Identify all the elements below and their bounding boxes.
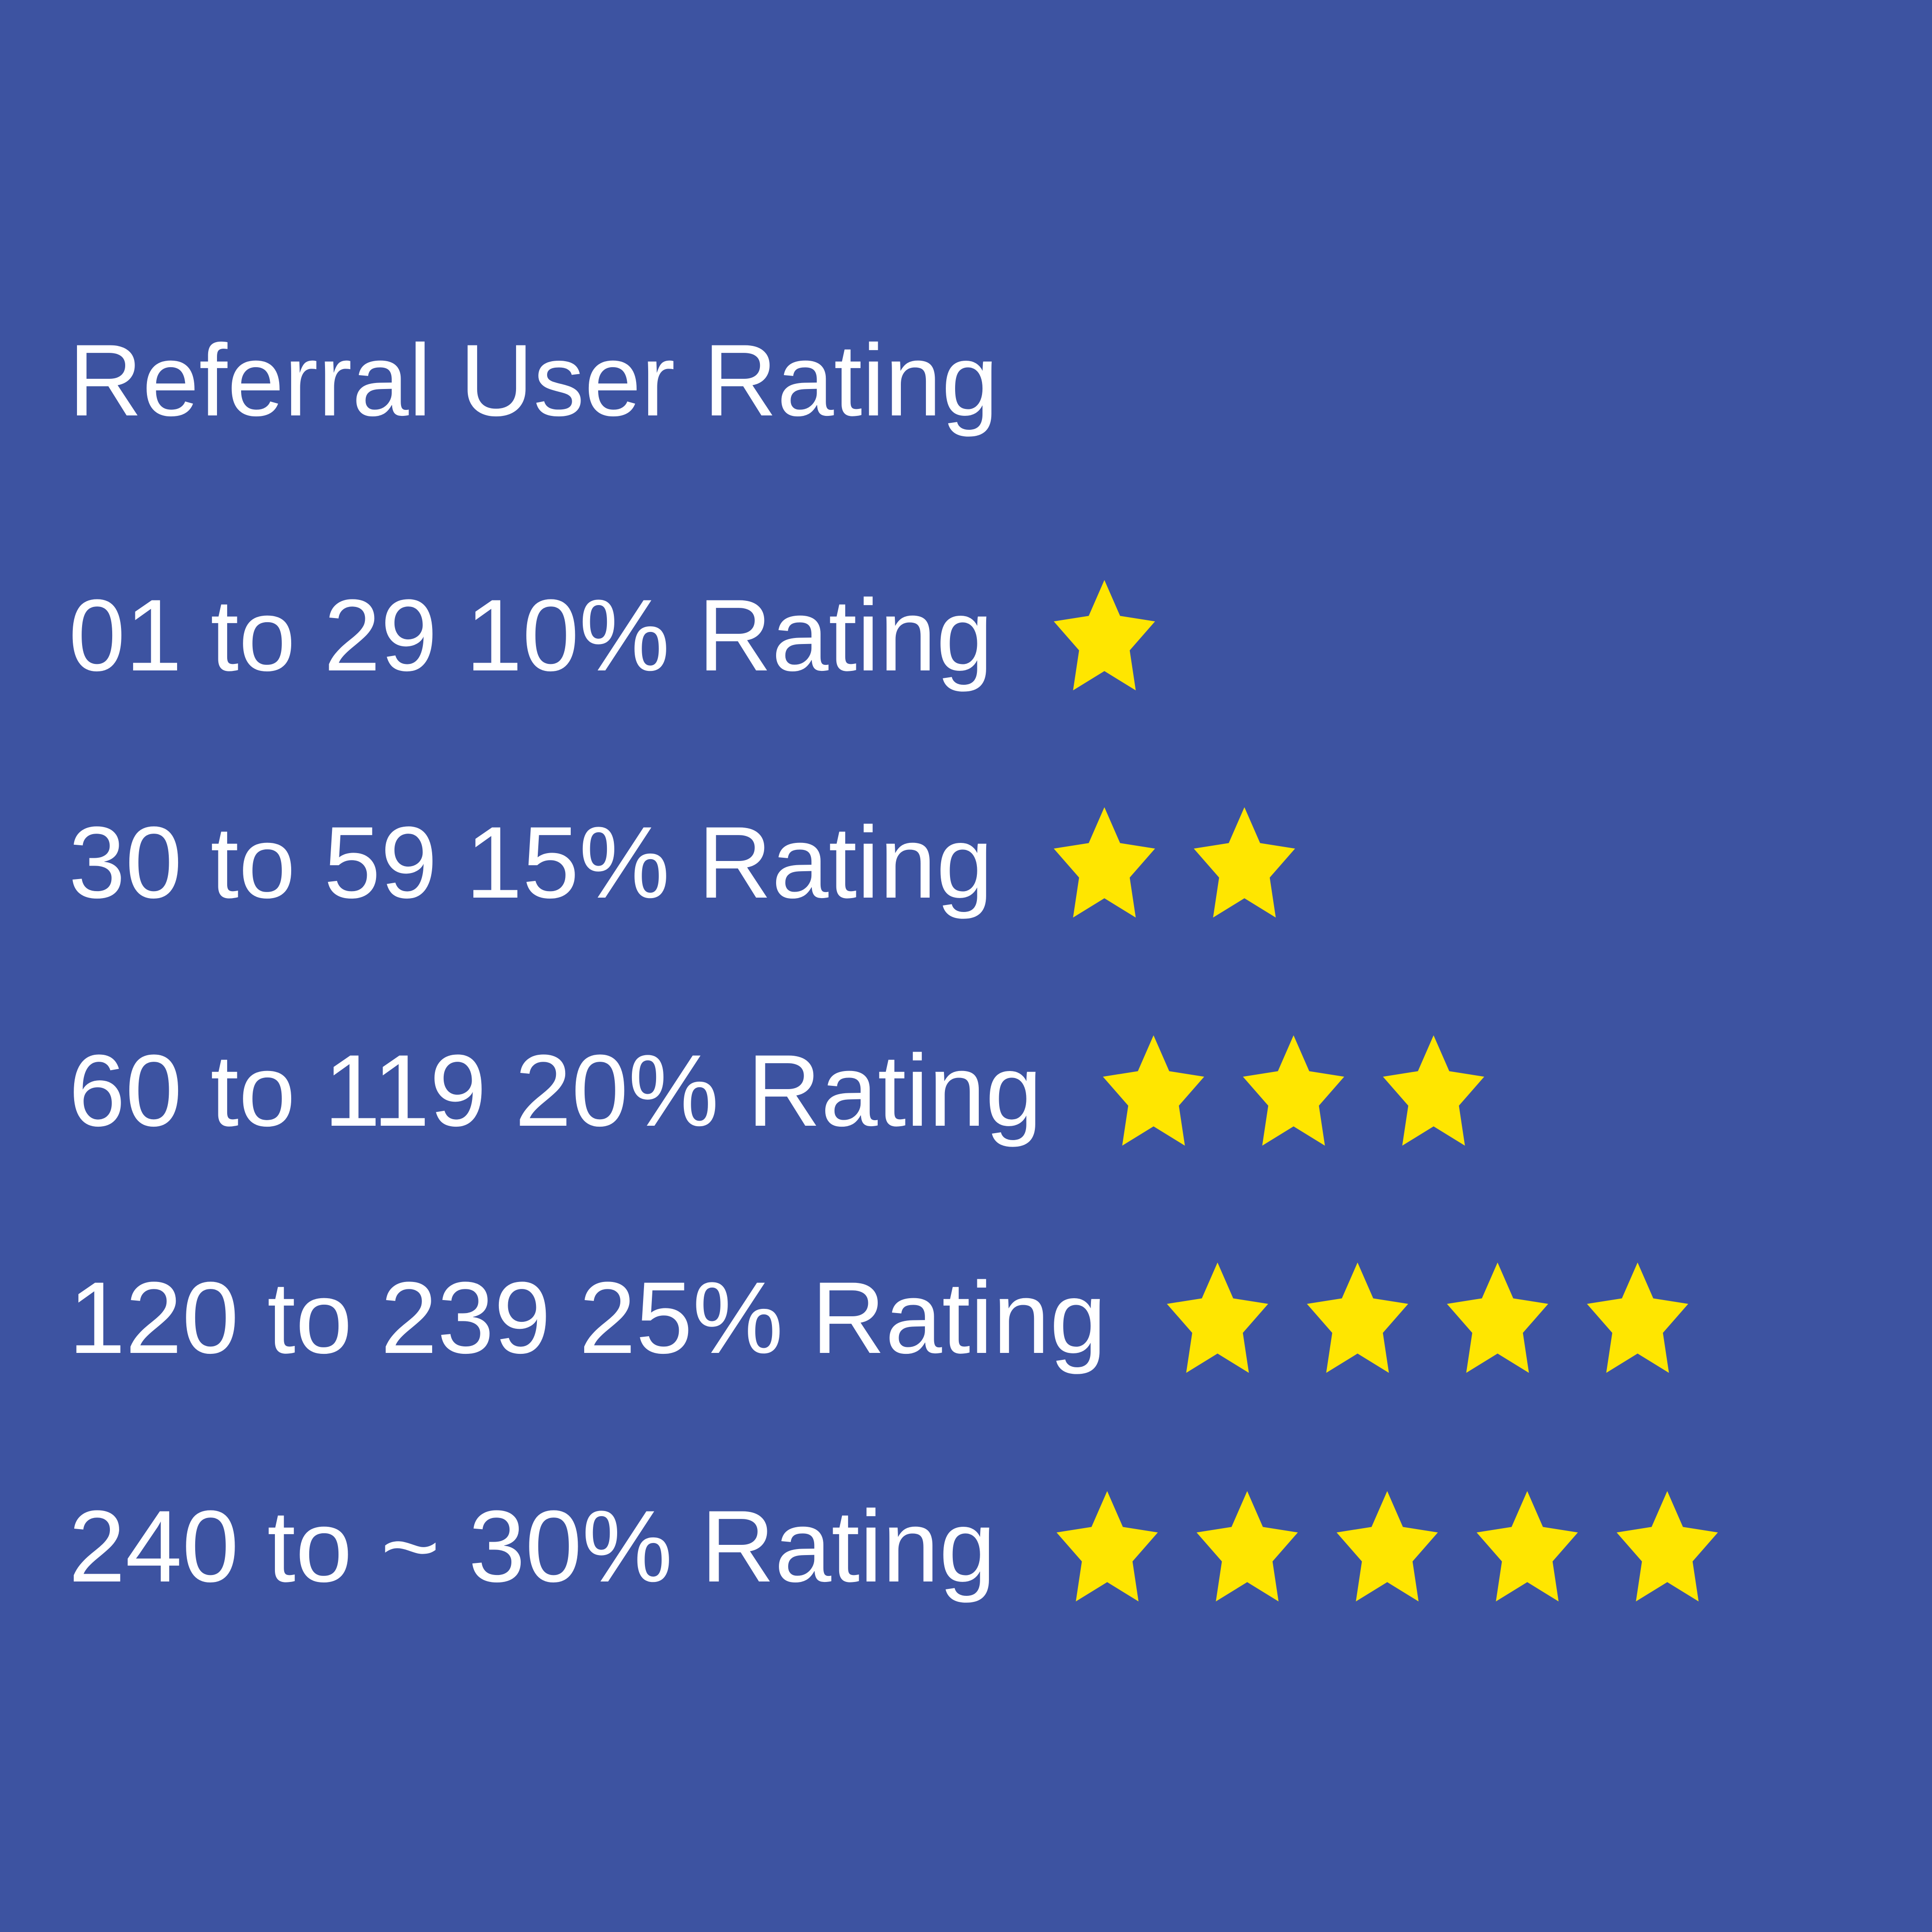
star-icon xyxy=(1184,804,1305,920)
star-icon xyxy=(1187,1488,1307,1604)
tier-row: 01 to 29 10% Rating xyxy=(69,580,1165,691)
tier-row: 60 to 119 20% Rating xyxy=(69,1035,1494,1146)
star-icon xyxy=(1437,1260,1558,1376)
star-icon xyxy=(1093,1033,1214,1148)
tier-row: 30 to 59 15% Rating xyxy=(69,807,1305,918)
star-icon xyxy=(1327,1488,1447,1604)
star-icon xyxy=(1467,1488,1588,1604)
referral-rating-graphic: { "title": "Referral User Rating", "colo… xyxy=(0,0,1932,1932)
tier-label: 120 to 239 25% Rating xyxy=(69,1261,1107,1375)
tier-label: 30 to 59 15% Rating xyxy=(69,805,993,919)
page-title: Referral User Rating xyxy=(69,323,999,437)
star-icon xyxy=(1607,1488,1728,1604)
star-icon xyxy=(1233,1033,1354,1148)
tier-label: 60 to 119 20% Rating xyxy=(69,1033,1042,1148)
star-rating xyxy=(1093,1033,1494,1148)
star-icon xyxy=(1577,1260,1698,1376)
star-rating xyxy=(1047,1488,1728,1604)
star-icon xyxy=(1157,1260,1278,1376)
star-icon xyxy=(1373,1033,1494,1148)
tier-label: 240 to ~ 30% Rating xyxy=(69,1489,996,1603)
star-rating xyxy=(1044,804,1305,920)
tier-row: 120 to 239 25% Rating xyxy=(69,1262,1698,1373)
star-icon xyxy=(1297,1260,1418,1376)
tier-row: 240 to ~ 30% Rating xyxy=(69,1491,1728,1602)
star-icon xyxy=(1044,804,1165,920)
star-rating xyxy=(1157,1260,1698,1376)
star-icon xyxy=(1044,577,1165,693)
tier-label: 01 to 29 10% Rating xyxy=(69,578,993,692)
star-rating xyxy=(1044,577,1165,693)
star-icon xyxy=(1047,1488,1167,1604)
